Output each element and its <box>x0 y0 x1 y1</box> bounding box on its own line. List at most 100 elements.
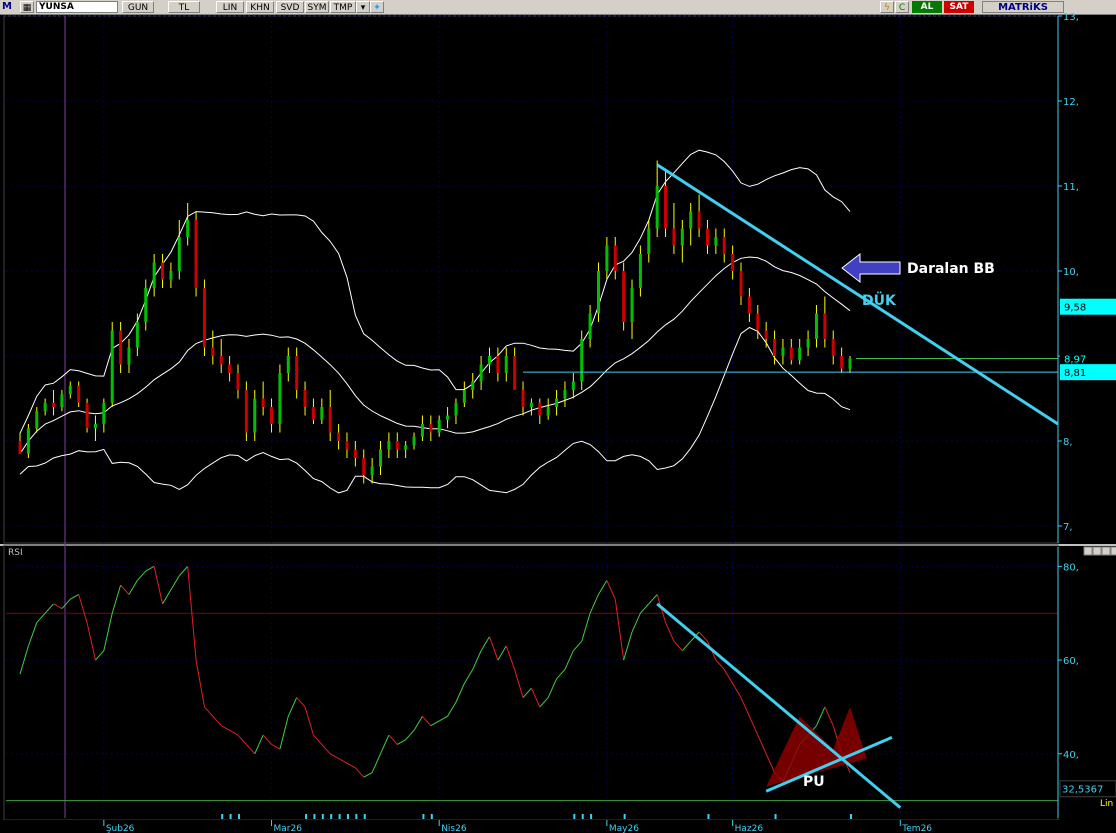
event-marker <box>237 814 240 819</box>
maximize-icon[interactable] <box>1101 546 1111 556</box>
rsi-line-segment <box>715 659 725 670</box>
candle-body <box>487 356 491 365</box>
time-axis: Şub26 Mar26 Nis26 May26 Haz26 Tem26 <box>0 814 1116 833</box>
candle-body <box>253 398 257 433</box>
gear-icon[interactable] <box>1083 546 1093 556</box>
rsi-line-segment <box>103 613 113 651</box>
downtrend-annotation: DÜK <box>862 291 897 309</box>
rsi-line-segment <box>380 734 390 754</box>
rsi-line-segment <box>673 640 683 652</box>
candle-body <box>395 441 399 450</box>
candle-body <box>747 296 751 314</box>
rsi-line-segment <box>539 697 549 708</box>
candle-body <box>328 407 332 433</box>
candle-body <box>814 313 818 339</box>
candle-body <box>672 228 676 246</box>
event-marker <box>363 814 366 819</box>
rsi-line-segment <box>623 631 633 661</box>
rsi-line-segment <box>61 598 71 609</box>
rsi-line-segment <box>70 594 79 600</box>
candle-body <box>538 402 542 416</box>
candle-body <box>563 390 567 399</box>
narrowing-bb-annotation: Daralan BB <box>907 261 995 277</box>
rsi-line-segment <box>137 570 147 581</box>
candle-body <box>605 245 609 271</box>
candle-body <box>437 419 441 433</box>
candle-body <box>462 390 466 403</box>
pu-annotation: PU <box>803 774 825 790</box>
minimize-icon[interactable] <box>1092 546 1102 556</box>
event-marker <box>430 814 433 819</box>
rsi-line-segment <box>413 716 423 731</box>
candle-body <box>244 390 248 433</box>
candle-body <box>68 385 72 395</box>
event-marker <box>623 814 626 819</box>
rsi-axis: 80, 60, 40, 32,5367 Lin <box>1057 546 1116 818</box>
event-marker <box>581 814 584 819</box>
rsi-line-segment <box>204 706 214 717</box>
rsi-line-segment <box>422 715 432 727</box>
candle-body <box>454 402 458 416</box>
rsi-line-segment <box>397 739 406 745</box>
candle-body <box>471 381 475 390</box>
rsi-line-segment <box>229 729 239 736</box>
candle-body <box>722 237 726 254</box>
rsi-line-segment <box>279 716 289 750</box>
candle-body <box>739 271 743 297</box>
rsi-line-segment <box>287 697 298 717</box>
candle-body <box>345 441 349 450</box>
price-grid <box>0 15 1116 818</box>
candle-body <box>353 449 357 458</box>
event-marker <box>313 814 316 819</box>
candle-body <box>295 356 299 390</box>
candle-body <box>337 432 341 441</box>
candle-body <box>26 428 30 454</box>
candle-body <box>479 364 483 382</box>
rsi-line-segment <box>262 734 272 745</box>
candle-body <box>638 254 642 288</box>
rsi-line-segment <box>388 734 398 745</box>
candle-body <box>93 424 97 429</box>
candle-body <box>85 402 89 429</box>
candle-body <box>823 313 827 339</box>
candle-body <box>513 356 517 390</box>
rsi-line-segment <box>732 683 742 698</box>
rsi-line-segment <box>614 599 625 661</box>
rsi-line-segment <box>220 725 230 731</box>
candle-body <box>420 424 424 437</box>
candle-body <box>43 402 47 412</box>
close-icon[interactable] <box>1110 546 1116 556</box>
candle-body <box>731 254 735 271</box>
candle-body <box>77 385 81 403</box>
rsi-line-segment <box>556 669 566 680</box>
event-marker <box>422 814 425 819</box>
candle-body <box>35 411 39 429</box>
rsi-line-segment <box>120 584 130 595</box>
candle-body <box>622 271 626 322</box>
candle-body <box>798 347 802 361</box>
rsi-line-segment <box>145 565 155 572</box>
chart-canvas[interactable]: 13,12,11,10,9,8,7,9,588,978,81 RSI 80,60… <box>0 0 1116 833</box>
rsi-line-segment <box>271 743 281 750</box>
rsi-line-segment <box>296 697 306 708</box>
price-tick-label: 7, <box>1063 522 1073 533</box>
time-tick-label: Nis26 <box>441 824 467 833</box>
candle-body <box>127 347 131 365</box>
candle-body <box>647 228 651 254</box>
rsi-line-segment <box>589 594 599 614</box>
price-tick-label: 8, <box>1063 437 1073 448</box>
candle-body <box>119 330 123 365</box>
candle-body <box>135 322 139 348</box>
left-arrow-icon <box>841 252 901 284</box>
event-marker <box>573 814 576 819</box>
rsi-line-segment <box>354 767 365 778</box>
candle-body <box>52 402 56 407</box>
rsi-tick-label: 80, <box>1063 562 1079 573</box>
event-marker <box>346 814 349 819</box>
candle-body <box>546 407 550 416</box>
candle-body <box>186 220 190 237</box>
candle-body <box>144 288 148 322</box>
event-marker <box>305 814 308 819</box>
rsi-line-segment <box>455 683 465 703</box>
candle-body <box>320 407 324 420</box>
